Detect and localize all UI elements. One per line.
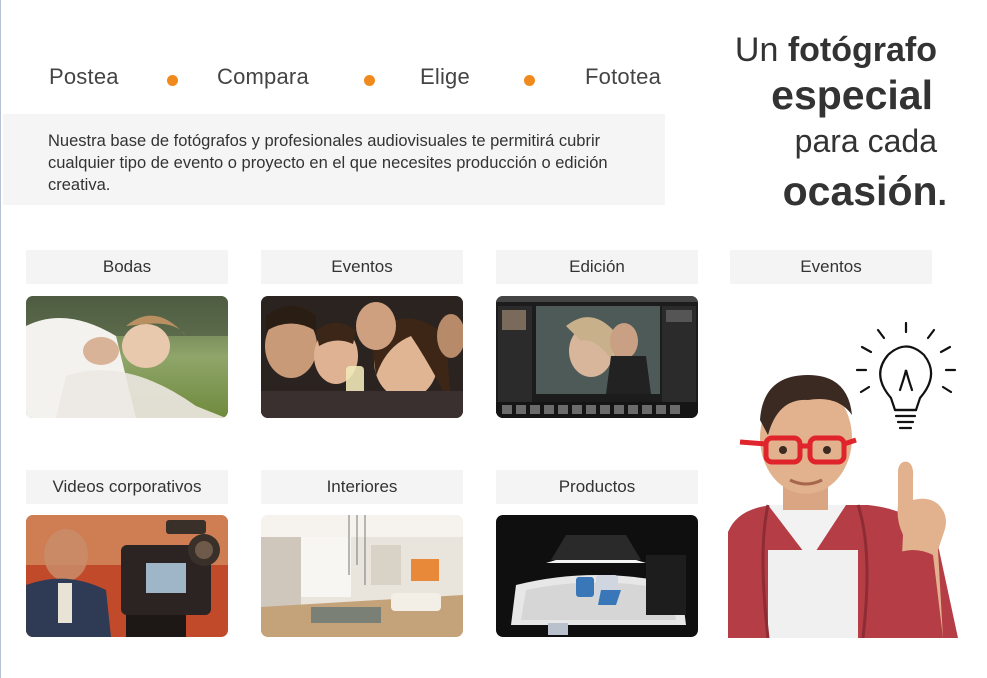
step-postea[interactable]: Postea	[49, 64, 119, 90]
step-fototea[interactable]: Fototea	[585, 64, 661, 90]
category-label-bodas[interactable]: Bodas	[26, 250, 228, 284]
step-separator-dot	[167, 75, 178, 86]
step-separator-dot	[364, 75, 375, 86]
category-label-productos[interactable]: Productos	[496, 470, 698, 504]
category-label-eventos-2[interactable]: Eventos	[730, 250, 932, 284]
category-label-videos-corporativos[interactable]: Videos corporativos	[26, 470, 228, 504]
photo-interiores[interactable]	[261, 515, 463, 637]
slogan-word-un: Un	[734, 31, 788, 69]
category-label-interiores[interactable]: Interiores	[261, 470, 463, 504]
photo-videos-corporativos[interactable]	[26, 515, 228, 637]
photo-bodas[interactable]	[26, 296, 228, 418]
slogan-line-3: para cada	[794, 123, 937, 159]
steps-bar: Postea Compara Elige Fototea	[30, 64, 675, 98]
intro-box: Nuestra base de fotógrafos y profesional…	[3, 114, 665, 205]
lightbulb-icon	[855, 321, 957, 430]
category-label-eventos[interactable]: Eventos	[261, 250, 463, 284]
slogan-line-2: especial	[771, 72, 933, 118]
slogan: Un fotógrafo especial para cada ocasión.	[735, 30, 947, 223]
photo-edicion[interactable]	[496, 296, 698, 418]
category-label-edicion[interactable]: Edición	[496, 250, 698, 284]
slogan-word-fotografo: fotógrafo	[787, 31, 937, 69]
slogan-word-ocasion: ocasión	[782, 168, 938, 214]
step-elige[interactable]: Elige	[420, 64, 470, 90]
photo-eventos[interactable]	[261, 296, 463, 418]
person-with-idea-illustration	[728, 320, 968, 638]
slogan-line-1: Un fotógrafo	[735, 30, 937, 70]
photo-productos[interactable]	[496, 515, 698, 637]
slogan-period: .	[937, 175, 947, 213]
left-border-rule	[0, 0, 1, 678]
intro-text: Nuestra base de fotógrafos y profesional…	[48, 132, 608, 194]
step-separator-dot	[524, 75, 535, 86]
slogan-line-4: ocasión.	[735, 162, 947, 223]
step-compara[interactable]: Compara	[217, 64, 309, 90]
